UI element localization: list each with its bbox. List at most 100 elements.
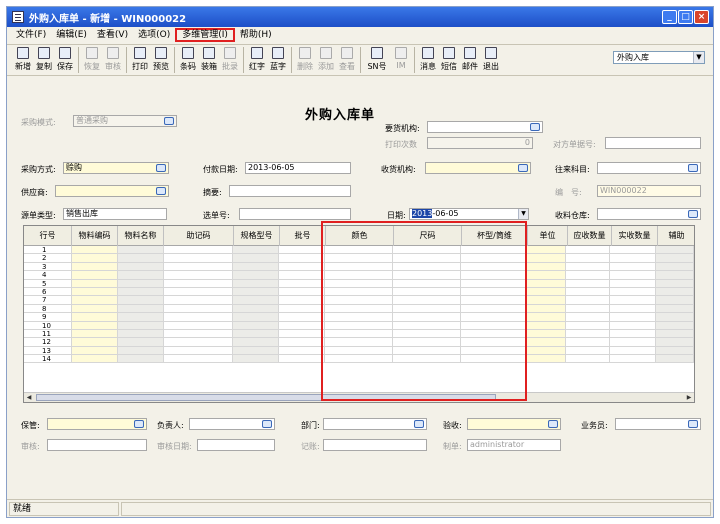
menu-item-3[interactable]: 选项(O)	[133, 28, 175, 42]
grid-cell[interactable]	[526, 279, 567, 287]
grid-cell[interactable]	[566, 346, 611, 355]
grid-cell[interactable]	[279, 262, 326, 271]
grid-cell[interactable]	[71, 355, 118, 363]
grid-cell[interactable]	[566, 279, 611, 287]
form-type-select[interactable]: 外购入库 ▼	[613, 51, 705, 64]
grid-cell[interactable]	[117, 296, 164, 304]
req-org-field[interactable]	[427, 121, 543, 133]
toolbar-button-12[interactable]: 删除	[295, 45, 315, 72]
grid-cell[interactable]	[279, 246, 326, 254]
grid-cell[interactable]	[71, 329, 118, 338]
grid-cell[interactable]	[526, 254, 567, 262]
grid-cell[interactable]	[566, 338, 611, 346]
grid-cell[interactable]	[656, 355, 694, 363]
grid-cell[interactable]	[566, 287, 611, 296]
lookup-icon[interactable]	[155, 186, 167, 196]
grid-cell[interactable]	[566, 262, 611, 271]
grid-cell[interactable]	[117, 271, 164, 279]
grid-cell[interactable]	[526, 246, 567, 254]
grid-cell[interactable]	[526, 355, 567, 363]
clerk-field[interactable]	[615, 418, 701, 430]
grid-cell[interactable]	[164, 346, 234, 355]
accept-field[interactable]	[467, 418, 561, 430]
grid-cell[interactable]	[117, 346, 164, 355]
toolbar-button-10[interactable]: 红字	[247, 45, 267, 72]
grid-cell[interactable]	[164, 304, 234, 313]
grid-cell[interactable]	[233, 338, 280, 346]
grid-cell[interactable]	[233, 304, 280, 313]
grid-column-header[interactable]: 辅助	[658, 226, 694, 246]
menu-item-4[interactable]: 多维管理(I)	[175, 28, 235, 42]
grid-cell[interactable]	[610, 346, 657, 355]
grid-cell[interactable]	[279, 254, 326, 262]
grid-cell[interactable]	[566, 304, 611, 313]
lookup-icon[interactable]	[163, 116, 175, 126]
grid-cell[interactable]	[117, 287, 164, 296]
grid-cell[interactable]	[566, 355, 611, 363]
grid-cell[interactable]	[164, 287, 234, 296]
grid-cell[interactable]	[117, 329, 164, 338]
grid-cell[interactable]	[526, 304, 567, 313]
grid-cell[interactable]	[526, 296, 567, 304]
toolbar-button-8[interactable]: 装箱	[199, 45, 219, 72]
toolbar-button-16[interactable]: IM	[391, 45, 411, 70]
grid-cell[interactable]	[71, 296, 118, 304]
toolbar-button-15[interactable]: SN号	[364, 45, 390, 72]
grid-cell[interactable]	[71, 313, 118, 321]
grid-cell[interactable]	[526, 313, 567, 321]
toolbar-button-14[interactable]: 查看	[337, 45, 357, 72]
grid-cell[interactable]	[279, 296, 326, 304]
grid-cell[interactable]	[526, 346, 567, 355]
grid-cell[interactable]	[610, 338, 657, 346]
toolbar-button-9[interactable]: 批录	[220, 45, 240, 72]
menu-item-5[interactable]: 帮助(H)	[235, 28, 277, 42]
grid-cell[interactable]	[656, 296, 694, 304]
grid-cell[interactable]	[656, 279, 694, 287]
grid-cell[interactable]	[566, 271, 611, 279]
toolbar-button-1[interactable]: 复制	[34, 45, 54, 72]
grid-cell[interactable]	[610, 296, 657, 304]
grid-cell[interactable]	[279, 329, 326, 338]
lookup-icon[interactable]	[547, 419, 559, 429]
grid-cell[interactable]	[233, 321, 280, 329]
grid-cell[interactable]	[71, 254, 118, 262]
grid-cell[interactable]	[610, 262, 657, 271]
grid-cell[interactable]	[566, 246, 611, 254]
grid-cell[interactable]	[526, 262, 567, 271]
grid-cell[interactable]	[164, 254, 234, 262]
grid-column-header[interactable]: 应收数量	[568, 226, 612, 246]
grid-cell[interactable]	[566, 329, 611, 338]
grid-cell[interactable]	[117, 355, 164, 363]
recv-org-field[interactable]	[425, 162, 531, 174]
grid-cell[interactable]	[610, 355, 657, 363]
grid-cell[interactable]	[279, 338, 326, 346]
dept-field[interactable]	[323, 418, 427, 430]
grid-cell[interactable]	[656, 254, 694, 262]
grid-column-header[interactable]: 实收数量	[612, 226, 658, 246]
lookup-icon[interactable]	[687, 419, 699, 429]
grid-cell[interactable]	[279, 355, 326, 363]
grid-cell[interactable]	[656, 313, 694, 321]
grid-column-header[interactable]: 行号	[24, 226, 72, 246]
manager-field[interactable]	[189, 418, 275, 430]
grid-cell[interactable]	[117, 304, 164, 313]
grid-cell[interactable]	[164, 313, 234, 321]
keeper-field[interactable]	[47, 418, 147, 430]
lookup-icon[interactable]	[155, 163, 167, 173]
grid-cell[interactable]	[656, 338, 694, 346]
grid-cell[interactable]	[117, 338, 164, 346]
grid-cell[interactable]	[71, 287, 118, 296]
grid-cell[interactable]	[71, 271, 118, 279]
toolbar-button-17[interactable]: 消息	[418, 45, 438, 72]
grid-cell[interactable]	[117, 246, 164, 254]
grid-cell[interactable]	[526, 329, 567, 338]
grid-cell[interactable]	[233, 296, 280, 304]
lookup-icon[interactable]	[261, 419, 273, 429]
grid-cell[interactable]	[279, 271, 326, 279]
lookup-icon[interactable]	[413, 419, 425, 429]
grid-cell[interactable]	[610, 287, 657, 296]
grid-cell[interactable]	[71, 321, 118, 329]
grid-cell[interactable]	[279, 313, 326, 321]
lookup-icon[interactable]	[687, 163, 699, 173]
lookup-icon[interactable]	[687, 209, 699, 219]
